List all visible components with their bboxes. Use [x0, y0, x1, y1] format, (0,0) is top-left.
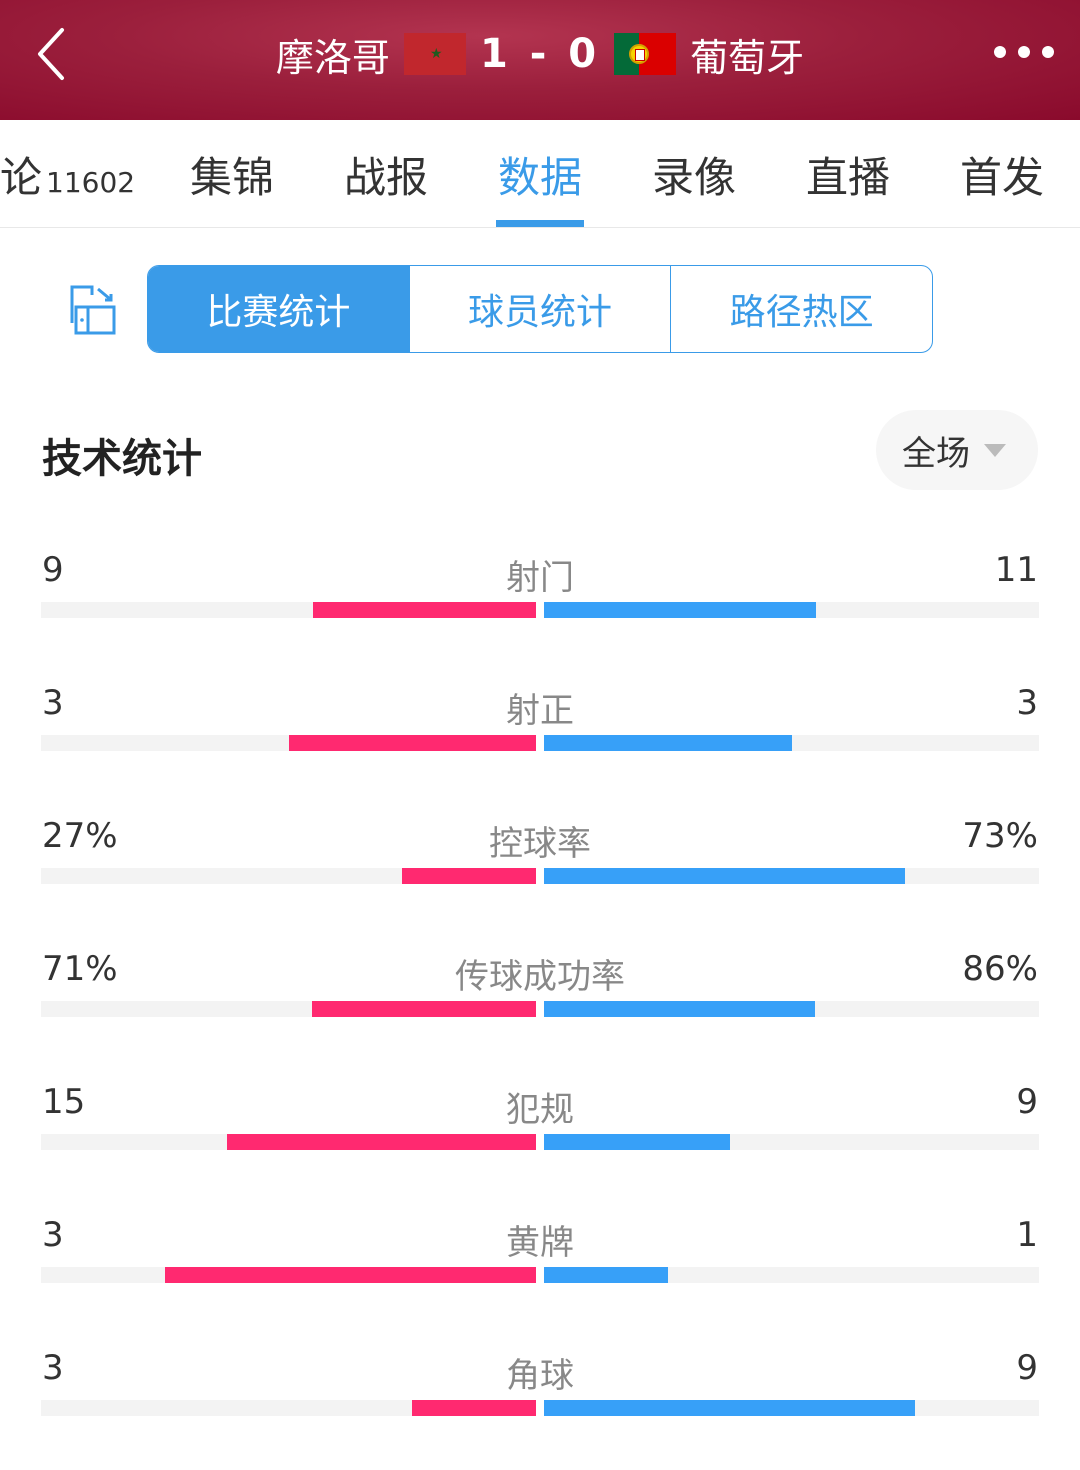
away-bar-track	[544, 1400, 1039, 1416]
more-dots-icon	[994, 46, 1006, 58]
away-value: 11	[994, 550, 1038, 590]
away-value: 9	[1016, 1348, 1038, 1388]
away-bar-track	[544, 1134, 1039, 1150]
home-team-name: 摩洛哥	[275, 35, 390, 80]
tab-bar: 论 11602 集锦 战报 数据 录像 直播 首发	[0, 120, 1080, 228]
segment-heatmap[interactable]: 路径热区	[670, 266, 932, 352]
home-bar	[288, 735, 536, 751]
active-tab-indicator	[496, 220, 584, 227]
score: 1 - 0	[479, 31, 601, 77]
stat-row: 9 射门 11	[0, 550, 1080, 660]
away-value: 1	[1016, 1215, 1038, 1255]
away-bar-track	[544, 1267, 1039, 1283]
stats-segmented-control: 比赛统计 球员统计 路径热区	[147, 265, 933, 353]
period-label: 全场	[902, 433, 970, 474]
away-bar-track	[544, 602, 1039, 618]
stat-row: 15 犯规 9	[0, 1082, 1080, 1192]
morocco-flag-icon: ★	[403, 33, 466, 75]
sub-navigation: 比赛统计 球员统计 路径热区	[0, 265, 1080, 353]
away-team-name: 葡萄牙	[690, 35, 805, 80]
home-bar	[312, 1001, 536, 1017]
away-bar-track	[544, 735, 1039, 751]
segment-player-stats[interactable]: 球员统计	[408, 266, 671, 352]
tab-lineup[interactable]: 首发	[960, 144, 1044, 205]
tab-replay[interactable]: 录像	[652, 144, 736, 205]
away-bar	[544, 1267, 668, 1283]
stat-name: 传球成功率	[455, 957, 625, 997]
home-bar-track	[41, 1267, 536, 1283]
stat-row: 3 黄牌 1	[0, 1215, 1080, 1325]
home-bar-track	[41, 868, 536, 884]
more-button[interactable]	[994, 46, 1054, 58]
tab-live[interactable]: 直播	[806, 144, 890, 205]
home-bar-track	[41, 602, 536, 618]
tab-data[interactable]: 数据	[498, 144, 582, 205]
stat-name: 射门	[506, 558, 574, 598]
tab-comments[interactable]: 论 11602	[0, 144, 135, 205]
period-dropdown[interactable]: 全场	[876, 410, 1038, 490]
home-bar	[412, 1400, 536, 1416]
stat-row: 3 射正 3	[0, 683, 1080, 793]
away-value: 9	[1016, 1082, 1038, 1122]
stat-row: 27% 控球率 73%	[0, 816, 1080, 926]
stat-name: 角球	[506, 1356, 574, 1396]
home-bar	[226, 1134, 536, 1150]
away-value: 86%	[962, 949, 1038, 989]
stat-name: 控球率	[489, 824, 591, 864]
home-bar-track	[41, 1400, 536, 1416]
away-bar	[544, 735, 792, 751]
segment-match-stats[interactable]: 比赛统计	[148, 266, 409, 352]
stat-name: 黄牌	[506, 1223, 574, 1263]
rotate-screen-button[interactable]	[62, 281, 122, 337]
away-bar	[544, 868, 906, 884]
home-bar-track	[41, 735, 536, 751]
match-header: 摩洛哥 ★ 1 - 0 葡萄牙	[0, 0, 1080, 120]
section-title: 技术统计	[42, 436, 202, 482]
stat-row: 3 角球 9	[0, 1348, 1080, 1458]
caret-down-icon	[984, 443, 1006, 457]
away-bar	[544, 602, 817, 618]
home-bar	[313, 602, 536, 618]
stat-name: 犯规	[506, 1090, 574, 1130]
away-value: 3	[1016, 683, 1038, 723]
away-bar-track	[544, 868, 1039, 884]
home-bar-track	[41, 1001, 536, 1017]
tab-report[interactable]: 战报	[344, 144, 428, 205]
stat-row: 71% 传球成功率 86%	[0, 949, 1080, 1059]
away-value: 73%	[962, 816, 1038, 856]
away-bar	[544, 1134, 730, 1150]
comment-count: 11602	[46, 166, 136, 199]
portugal-flag-icon	[614, 33, 677, 75]
away-bar-track	[544, 1001, 1039, 1017]
stat-name: 射正	[506, 691, 574, 731]
match-scoreline: 摩洛哥 ★ 1 - 0 葡萄牙	[0, 26, 1080, 82]
home-bar	[164, 1267, 536, 1283]
home-bar	[402, 868, 536, 884]
tab-highlights[interactable]: 集锦	[190, 144, 274, 205]
home-bar-track	[41, 1134, 536, 1150]
away-bar	[544, 1001, 816, 1017]
away-bar	[544, 1400, 916, 1416]
rotate-screen-icon	[70, 285, 116, 335]
